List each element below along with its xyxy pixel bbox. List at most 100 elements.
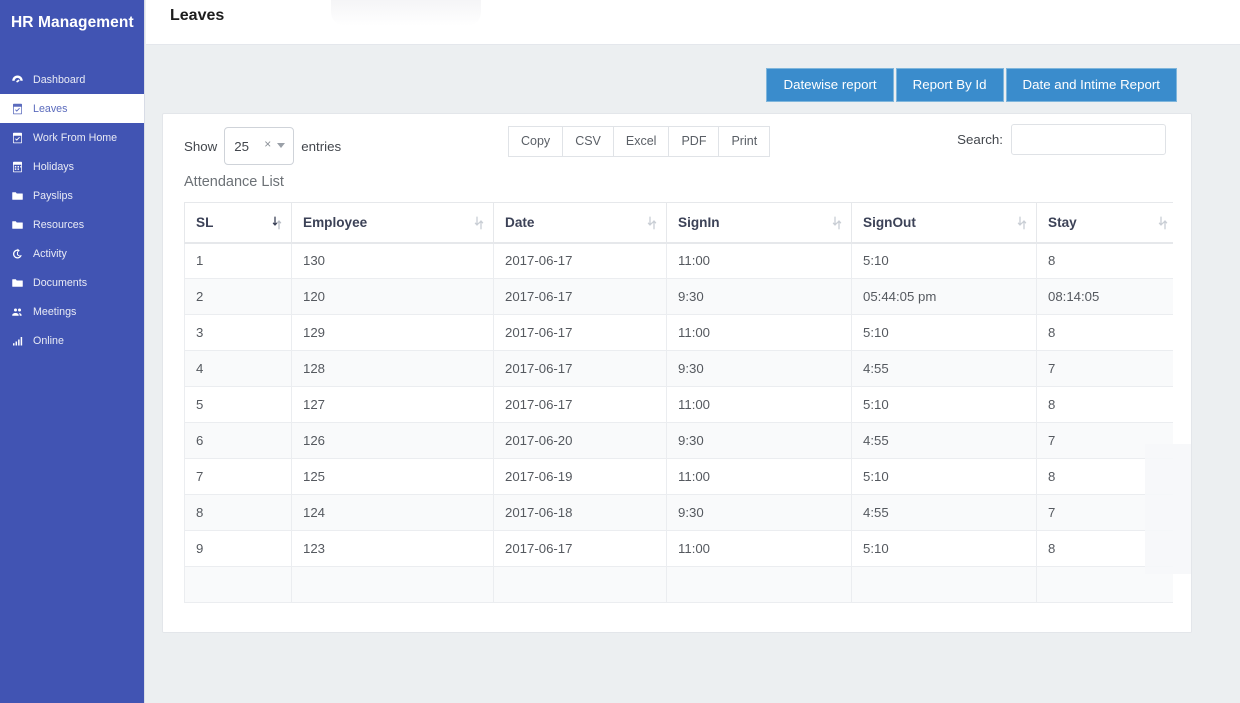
- sidebar-item-label: Meetings: [33, 307, 76, 318]
- page-title: Leaves: [170, 7, 224, 25]
- cell-employee: [292, 567, 494, 603]
- table-row[interactable]: 41282017-06-179:304:557: [185, 351, 1178, 387]
- show-label: Show: [184, 139, 217, 154]
- cell-stay: 8: [1037, 315, 1178, 351]
- table-row[interactable]: 81242017-06-189:304:557: [185, 495, 1178, 531]
- table-row[interactable]: 71252017-06-1911:005:108: [185, 459, 1178, 495]
- cell-date: [494, 567, 667, 603]
- table-row[interactable]: 21202017-06-179:3005:44:05 pm08:14:05: [185, 279, 1178, 315]
- cell-stay: 8: [1037, 459, 1178, 495]
- sidebar-item-holidays[interactable]: Holidays: [0, 152, 144, 181]
- sidebar-item-online[interactable]: Online: [0, 326, 144, 355]
- cell-stay: [1037, 567, 1178, 603]
- page-length-select[interactable]: 25 ×: [224, 127, 294, 165]
- sort-icon[interactable]: [1017, 216, 1027, 230]
- cell-signout: 5:10: [852, 531, 1037, 567]
- cell-date: 2017-06-17: [494, 387, 667, 423]
- sidebar-nav: DashboardLeavesWork From Home Holidays Pay…: [0, 65, 144, 355]
- report-button-datewise-report[interactable]: Datewise report: [766, 68, 893, 102]
- cell-employee: 124: [292, 495, 494, 531]
- sidebar-item-label: Resources: [33, 220, 84, 231]
- cell-sl: 1: [185, 243, 292, 279]
- cell-signout: 5:10: [852, 459, 1037, 495]
- column-header-sl[interactable]: SL: [185, 203, 292, 243]
- sidebar-item-payslips[interactable]: Payslips: [0, 181, 144, 210]
- main-content: Datewise reportReport By IdDate and Inti…: [146, 46, 1240, 703]
- entries-label: entries: [301, 139, 341, 154]
- cell-date: 2017-06-17: [494, 315, 667, 351]
- sidebar-item-documents[interactable]: Documents: [0, 268, 144, 297]
- sort-icon[interactable]: [272, 216, 282, 230]
- cell-sl: 8: [185, 495, 292, 531]
- report-button-date-and-intime-report[interactable]: Date and Intime Report: [1006, 68, 1177, 102]
- column-header-stay[interactable]: Stay: [1037, 203, 1178, 243]
- attendance-card: Show 25 × entries CopyCSVExcelPDFPrint S…: [162, 113, 1192, 633]
- export-button-pdf[interactable]: PDF: [668, 126, 719, 157]
- header-highlight-artifact: [331, 0, 481, 26]
- column-header-label: Date: [505, 215, 534, 230]
- cell-stay: 7: [1037, 351, 1178, 387]
- table-row[interactable]: 91232017-06-1711:005:108: [185, 531, 1178, 567]
- table-row[interactable]: 11302017-06-1711:005:108: [185, 243, 1178, 279]
- top-bar: Leaves: [146, 0, 1240, 45]
- report-button-report-by-id[interactable]: Report By Id: [896, 68, 1004, 102]
- report-button-group: Datewise reportReport By IdDate and Inti…: [766, 68, 1177, 102]
- sidebar-item-activity[interactable]: Activity: [0, 239, 144, 268]
- sort-icon[interactable]: [832, 216, 842, 230]
- cell-signin: 11:00: [667, 531, 852, 567]
- attendance-table: SLEmployeeDateSignInSignOutStay 11302017…: [184, 202, 1178, 603]
- sort-icon[interactable]: [1158, 216, 1168, 230]
- export-button-print[interactable]: Print: [718, 126, 770, 157]
- sidebar: HR Management DashboardLeavesWork From H…: [0, 0, 145, 703]
- export-button-excel[interactable]: Excel: [613, 126, 670, 157]
- sidebar-item-label: Holidays: [33, 162, 74, 173]
- cell-signout: 4:55: [852, 351, 1037, 387]
- cell-employee: 130: [292, 243, 494, 279]
- cell-signin: 9:30: [667, 495, 852, 531]
- sidebar-item-label: Documents: [33, 278, 87, 289]
- cell-signout: 5:10: [852, 315, 1037, 351]
- calendar-check-icon: [11, 102, 26, 115]
- export-button-copy[interactable]: Copy: [508, 126, 563, 157]
- sidebar-item-resources[interactable]: Resources: [0, 210, 144, 239]
- column-header-signout[interactable]: SignOut: [852, 203, 1037, 243]
- app-brand-title: HR Management: [0, 0, 144, 48]
- sort-icon[interactable]: [474, 216, 484, 230]
- cell-employee: 125: [292, 459, 494, 495]
- sort-icon[interactable]: [647, 216, 657, 230]
- cell-date: 2017-06-17: [494, 351, 667, 387]
- clear-icon[interactable]: ×: [264, 137, 271, 151]
- column-header-employee[interactable]: Employee: [292, 203, 494, 243]
- sidebar-item-work-from-home[interactable]: Work From Home: [0, 123, 144, 152]
- search-input[interactable]: [1011, 124, 1166, 155]
- export-button-csv[interactable]: CSV: [562, 126, 614, 157]
- table-row[interactable]: 31292017-06-1711:005:108: [185, 315, 1178, 351]
- cell-sl: 6: [185, 423, 292, 459]
- folder-icon: [11, 218, 26, 231]
- cell-signin: 11:00: [667, 387, 852, 423]
- column-header-date[interactable]: Date: [494, 203, 667, 243]
- cell-sl: 2: [185, 279, 292, 315]
- table-row[interactable]: 61262017-06-209:304:557: [185, 423, 1178, 459]
- column-header-signin[interactable]: SignIn: [667, 203, 852, 243]
- table-row[interactable]: [185, 567, 1178, 603]
- search-label: Search:: [957, 132, 1003, 147]
- sidebar-item-label: Activity: [33, 249, 67, 260]
- cell-stay: 7: [1037, 495, 1178, 531]
- cell-stay: 8: [1037, 531, 1178, 567]
- column-header-label: Stay: [1048, 215, 1077, 230]
- search-group: Search:: [957, 124, 1166, 155]
- cell-employee: 123: [292, 531, 494, 567]
- cell-signout: [852, 567, 1037, 603]
- cell-signout: 4:55: [852, 495, 1037, 531]
- sidebar-item-meetings[interactable]: Meetings: [0, 297, 144, 326]
- cell-signin: 9:30: [667, 279, 852, 315]
- cell-sl: 3: [185, 315, 292, 351]
- cell-stay: 08:14:05: [1037, 279, 1178, 315]
- cell-date: 2017-06-19: [494, 459, 667, 495]
- cell-stay: 8: [1037, 387, 1178, 423]
- sidebar-item-leaves[interactable]: Leaves: [0, 94, 144, 123]
- sidebar-item-dashboard[interactable]: Dashboard: [0, 65, 144, 94]
- table-row[interactable]: 51272017-06-1711:005:108: [185, 387, 1178, 423]
- chevron-down-icon[interactable]: [277, 143, 285, 148]
